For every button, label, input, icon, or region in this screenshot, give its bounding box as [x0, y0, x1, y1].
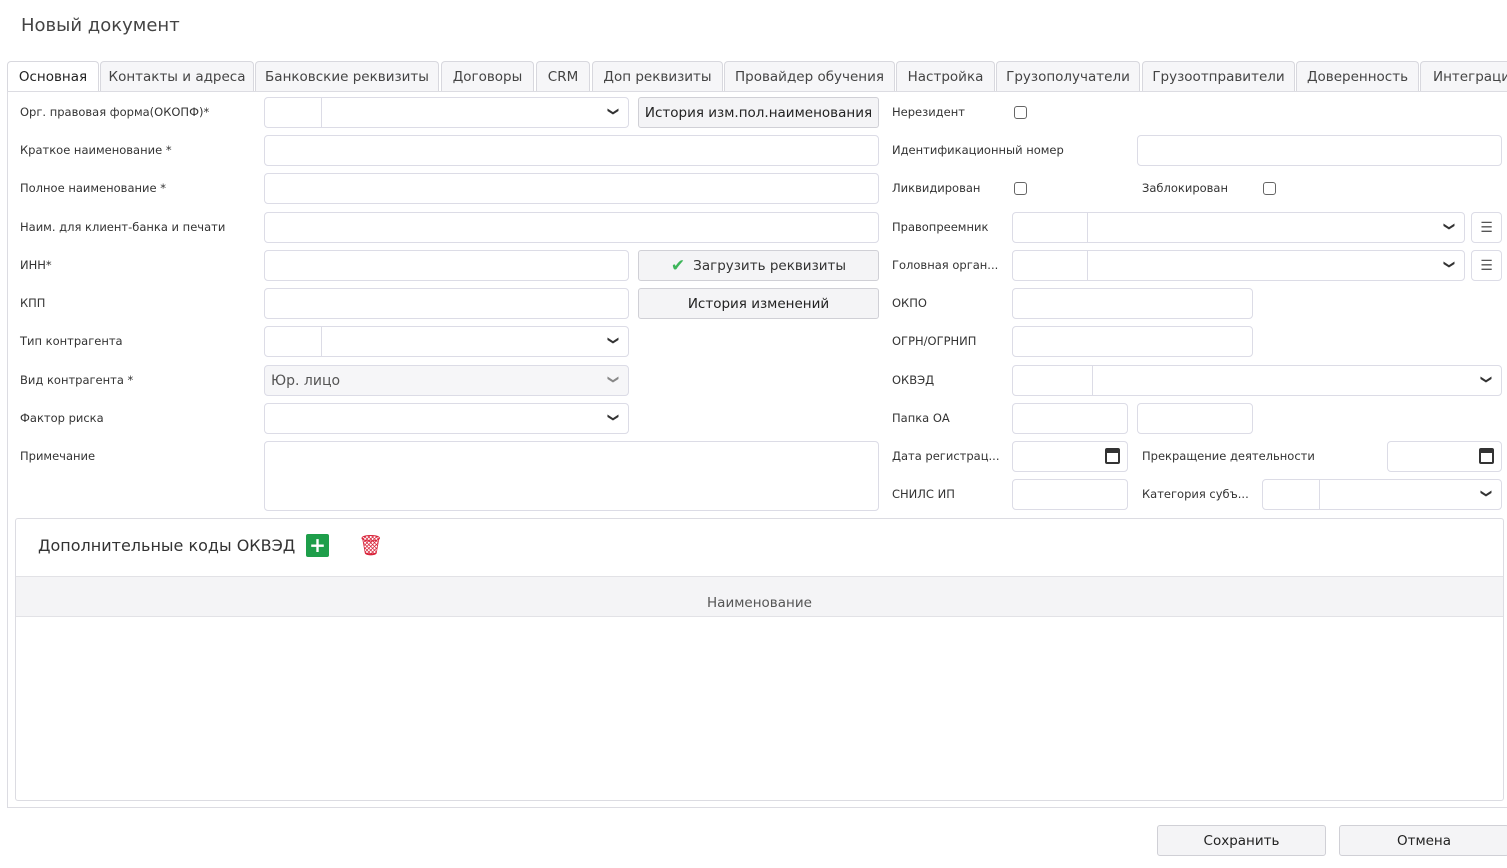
- full-name-input[interactable]: [264, 173, 879, 204]
- check-icon: ✔: [670, 255, 686, 276]
- head-org-label: Головная орган...: [892, 258, 999, 272]
- type-label: Тип контрагента: [20, 334, 123, 348]
- chevron-down-icon: ❯: [1479, 374, 1493, 385]
- inn-input[interactable]: [264, 250, 629, 281]
- type-select[interactable]: ❯: [264, 326, 629, 357]
- window-title: Новый документ: [21, 15, 180, 36]
- blocked-checkbox[interactable]: [1263, 182, 1276, 195]
- tab-main[interactable]: Основная: [7, 61, 99, 92]
- folder-input-1[interactable]: [1012, 403, 1128, 434]
- id-number-label: Идентификационный номер: [892, 143, 1064, 157]
- trash-icon[interactable]: 🗑: [358, 534, 383, 557]
- name-history-button[interactable]: История изм.пол.наименования: [638, 97, 879, 128]
- cancel-button[interactable]: Отмена: [1339, 825, 1507, 856]
- risk-label: Фактор риска: [20, 411, 104, 425]
- full-name-label: Полное наименование *: [20, 181, 166, 195]
- tab-contracts[interactable]: Договоры: [441, 61, 534, 91]
- bank-name-label: Наим. для клиент-банка и печати: [20, 220, 226, 234]
- tab-settings[interactable]: Настройка: [896, 61, 995, 91]
- chevron-down-icon: ❯: [606, 106, 620, 117]
- tab-extra[interactable]: Доп реквизиты: [592, 61, 723, 91]
- chevron-down-icon: ❯: [606, 412, 620, 423]
- ogrn-input[interactable]: [1012, 326, 1253, 357]
- ogrn-label: ОГРН/ОГРНИП: [892, 334, 977, 348]
- snils-label: СНИЛС ИП: [892, 487, 955, 501]
- termination-date-input[interactable]: [1387, 441, 1502, 472]
- tab-crm[interactable]: CRM: [536, 61, 590, 91]
- okved-label: ОКВЭД: [892, 373, 935, 387]
- kind-label: Вид контрагента *: [20, 373, 134, 387]
- termination-label: Прекращение деятельности: [1142, 449, 1315, 463]
- okved-panel: Дополнительные коды ОКВЭД + 🗑 Наименован…: [15, 518, 1504, 801]
- chevron-down-icon: ❯: [1479, 488, 1493, 499]
- column-header-name[interactable]: Наименование: [16, 576, 1503, 617]
- note-textarea[interactable]: [264, 441, 879, 511]
- tab-provider[interactable]: Провайдер обучения: [724, 61, 895, 91]
- tab-contacts[interactable]: Контакты и адреса: [100, 61, 254, 91]
- tab-integration[interactable]: Интеграци: [1420, 61, 1507, 91]
- chevron-down-icon: ❯: [1442, 259, 1456, 270]
- snils-input[interactable]: [1012, 479, 1128, 510]
- save-button[interactable]: Сохранить: [1157, 825, 1326, 856]
- calendar-icon[interactable]: [1479, 448, 1494, 464]
- okved-select[interactable]: ❯: [1012, 365, 1502, 396]
- chevron-down-icon: ❯: [1442, 221, 1456, 232]
- folder-input-2[interactable]: [1137, 403, 1253, 434]
- tree-icon[interactable]: ☰: [1471, 250, 1502, 281]
- blocked-label: Заблокирован: [1142, 181, 1228, 195]
- successor-select[interactable]: ❯: [1012, 212, 1465, 243]
- risk-select[interactable]: ❯: [264, 403, 629, 434]
- history-button[interactable]: История изменений: [638, 288, 879, 319]
- tab-power-of-attorney[interactable]: Доверенность: [1296, 61, 1419, 91]
- load-details-button[interactable]: ✔ Загрузить реквизиты: [638, 250, 879, 281]
- okpo-label: ОКПО: [892, 296, 927, 310]
- chevron-down-icon: ❯: [606, 335, 620, 346]
- short-name-input[interactable]: [264, 135, 879, 166]
- kpp-input[interactable]: [264, 288, 629, 319]
- tab-consignees[interactable]: Грузополучатели: [996, 61, 1140, 91]
- okpo-input[interactable]: [1012, 288, 1253, 319]
- tab-shippers[interactable]: Грузоотправители: [1142, 61, 1295, 91]
- nonresident-checkbox[interactable]: [1014, 106, 1027, 119]
- successor-label: Правопреемник: [892, 220, 989, 234]
- reg-date-input[interactable]: [1012, 441, 1128, 472]
- load-details-label: Загрузить реквизиты: [693, 257, 847, 274]
- head-org-select[interactable]: ❯: [1012, 250, 1465, 281]
- tree-icon[interactable]: ☰: [1471, 212, 1502, 243]
- add-icon[interactable]: +: [306, 534, 329, 557]
- kpp-label: КПП: [20, 296, 46, 310]
- okved-panel-title: Дополнительные коды ОКВЭД: [38, 536, 296, 555]
- nonresident-label: Нерезидент: [892, 105, 965, 119]
- inn-label: ИНН*: [20, 258, 52, 272]
- okopf-label: Орг. правовая форма(ОКОПФ)*: [20, 105, 210, 119]
- liquidated-checkbox[interactable]: [1014, 182, 1027, 195]
- chevron-down-icon: ❯: [606, 374, 620, 385]
- okopf-select[interactable]: ❯: [264, 97, 629, 128]
- reg-date-label: Дата регистрац...: [892, 449, 1000, 463]
- kind-select[interactable]: Юр. лицо ❯: [264, 365, 629, 396]
- folder-label: Папка ОА: [892, 411, 950, 425]
- category-label: Категория субъ...: [1142, 487, 1249, 501]
- bank-name-input[interactable]: [264, 212, 879, 243]
- note-label: Примечание: [20, 449, 96, 463]
- category-select[interactable]: ❯: [1262, 479, 1502, 510]
- calendar-icon[interactable]: [1105, 448, 1120, 464]
- tab-bank[interactable]: Банковские реквизиты: [255, 61, 439, 91]
- liquidated-label: Ликвидирован: [892, 181, 981, 195]
- id-number-input[interactable]: [1137, 135, 1502, 166]
- kind-value: Юр. лицо: [271, 373, 341, 389]
- short-name-label: Краткое наименование *: [20, 143, 172, 157]
